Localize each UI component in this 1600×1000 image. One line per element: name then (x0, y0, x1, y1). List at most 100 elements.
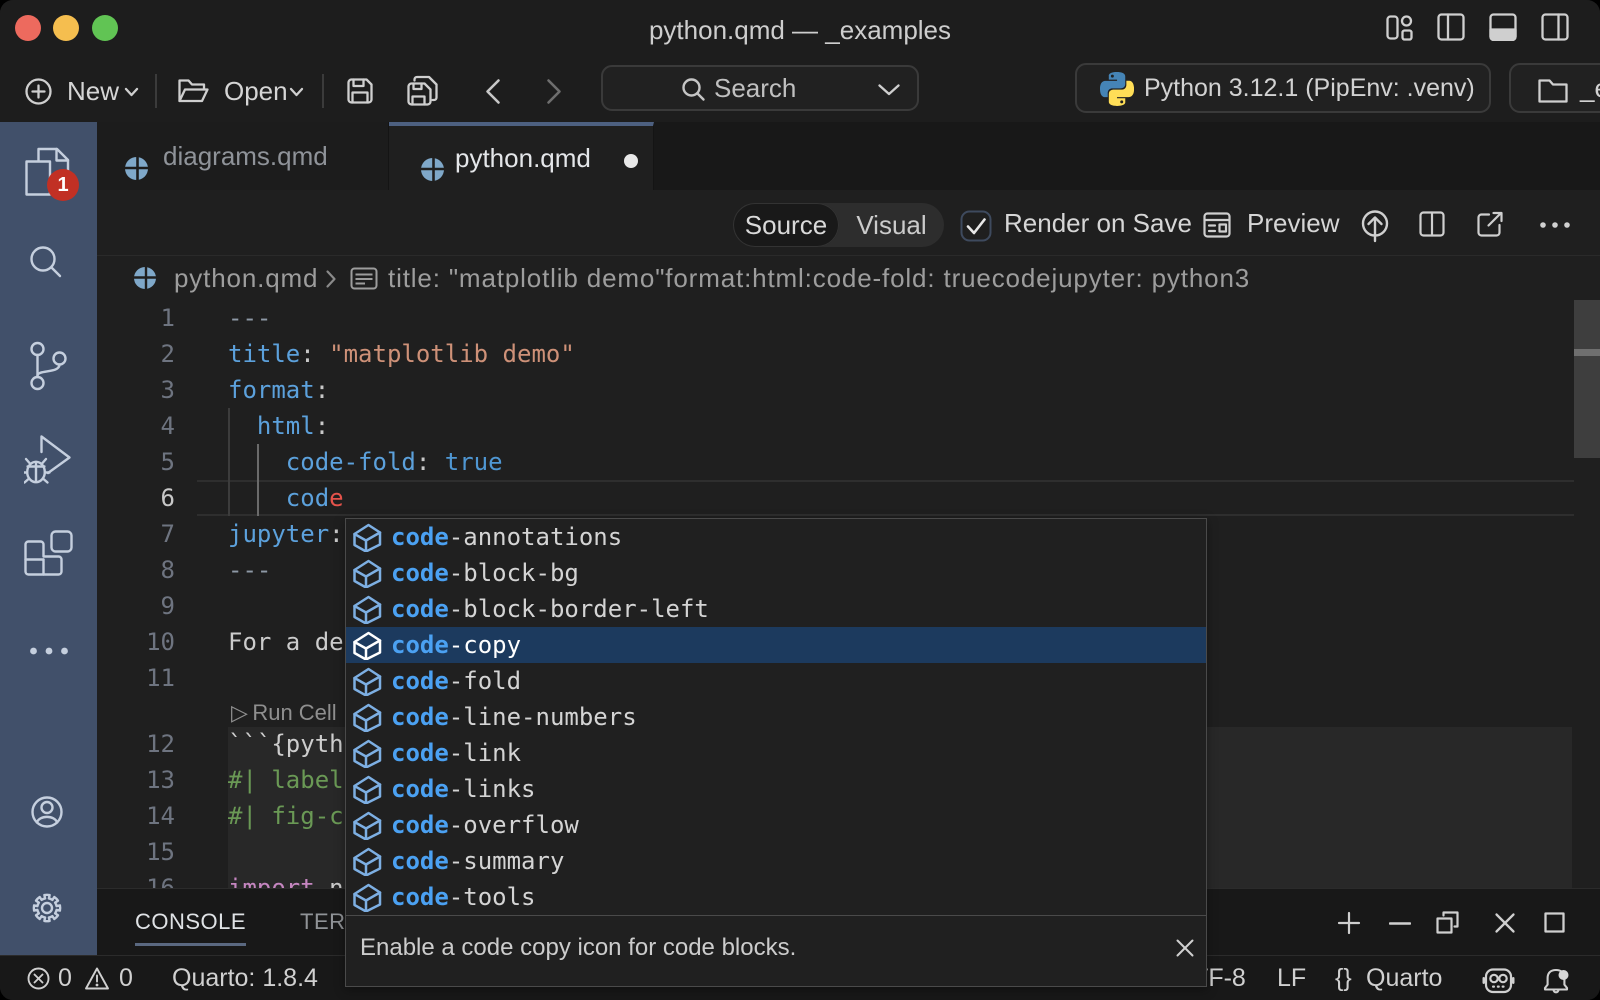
suggest-docs: Enable a code copy icon for code blocks. (346, 915, 1206, 986)
open-external-icon[interactable] (1477, 211, 1504, 237)
suggest-match-highlight: code (391, 703, 449, 731)
symbol-field-cube-icon (352, 847, 382, 876)
suggest-item-code-overflow[interactable]: code-overflow (346, 807, 1206, 843)
symbol-field-cube-icon (352, 523, 382, 552)
run-cell-codelens[interactable]: ▷ Run Cell (231, 699, 337, 727)
editor-tab-bar: diagrams.qmd python.qmd (97, 122, 1600, 190)
code-token-punct: : (315, 412, 329, 440)
breadcrumb-section[interactable]: title: "matplotlib demo"format:html:code… (388, 256, 1250, 300)
panel-close-icon[interactable] (1494, 912, 1516, 934)
code-token-plain (228, 484, 286, 512)
preview-label[interactable]: Preview (1247, 190, 1339, 256)
code-token-key: jupyter (228, 520, 329, 548)
autocomplete-suggest-widget: code-annotationscode-block-bgcode-block-… (345, 518, 1207, 987)
suggest-item-rest: -copy (449, 631, 521, 659)
settings-gear-icon[interactable] (0, 122, 97, 955)
toggle-panel-icon[interactable] (1489, 13, 1517, 41)
more-editor-actions-icon[interactable] (1539, 221, 1571, 229)
save-icon[interactable] (346, 77, 374, 105)
open-dropdown-chevron-icon[interactable] (289, 87, 304, 97)
line-number: 7 (97, 516, 175, 552)
panel-plus-icon[interactable] (1337, 911, 1361, 935)
toggle-primary-sidebar-icon[interactable] (1437, 13, 1465, 41)
line-number: 9 (97, 588, 175, 624)
error-count-icon[interactable] (27, 967, 50, 990)
code-token-kw: import (228, 874, 315, 888)
suggest-item-label: code-fold (391, 663, 521, 699)
render-publish-icon[interactable] (1361, 210, 1389, 243)
warning-count[interactable]: 0 (119, 956, 133, 1000)
tab-diagrams-qmd[interactable]: diagrams.qmd (97, 122, 389, 190)
code-token-key: format (228, 376, 315, 404)
save-all-icon[interactable] (406, 75, 439, 107)
search-box[interactable]: Search (601, 65, 919, 111)
window-title: python.qmd — _examples (0, 0, 1600, 60)
code-line-3: format: (228, 372, 329, 408)
quarto-file-icon (125, 157, 148, 180)
suggest-item-rest: -line-numbers (449, 703, 637, 731)
suggest-item-code-tools[interactable]: code-tools (346, 879, 1206, 915)
panel-maximize-icon[interactable] (1544, 912, 1565, 933)
suggest-item-code-summary[interactable]: code-summary (346, 843, 1206, 879)
code-token-plain (228, 448, 286, 476)
notifications-bell-icon[interactable] (1543, 965, 1573, 997)
suggest-item-code-block-border-left[interactable]: code-block-border-left (346, 591, 1206, 627)
error-count[interactable]: 0 (58, 956, 72, 1000)
copilot-icon[interactable] (1481, 967, 1517, 995)
code-token-punct: : (416, 448, 430, 476)
warning-count-icon[interactable] (84, 966, 110, 991)
suggest-item-rest: -overflow (449, 811, 579, 839)
editor-scrollbar[interactable] (1574, 300, 1600, 458)
panel-restore-icon[interactable] (1435, 910, 1460, 935)
suggest-match-highlight: code (391, 775, 449, 803)
workspace-button[interactable]: _examples (1509, 63, 1600, 113)
braces-icon[interactable]: {} (1335, 956, 1352, 1000)
tab-python-qmd[interactable]: python.qmd (389, 122, 654, 190)
customize-layout-icon[interactable] (1385, 13, 1415, 43)
toolbar-divider (322, 74, 324, 108)
symbol-field-cube-icon (352, 595, 382, 624)
suggest-item-code-link[interactable]: code-link (346, 735, 1206, 771)
workspace-folder-icon (1537, 76, 1569, 104)
code-token-key: title (228, 340, 300, 368)
tab-dirty-dot[interactable] (624, 154, 638, 168)
code-line-6: code (228, 480, 344, 516)
forward-icon[interactable] (545, 78, 563, 105)
suggest-item-rest: -summary (449, 847, 565, 875)
source-segment[interactable]: Source (733, 203, 839, 247)
open-folder-icon[interactable] (177, 76, 210, 106)
scrollbar-cursor-mark (1574, 349, 1600, 356)
split-editor-icon[interactable] (1419, 211, 1445, 237)
language-indicator[interactable]: Quarto (1366, 956, 1442, 1000)
suggest-item-code-links[interactable]: code-links (346, 771, 1206, 807)
breadcrumb-file[interactable]: python.qmd (174, 256, 318, 300)
title-bar: python.qmd — _examples (0, 0, 1600, 60)
suggest-item-code-fold[interactable]: code-fold (346, 663, 1206, 699)
code-token-punct: : (315, 376, 329, 404)
eol-indicator[interactable]: LF (1277, 956, 1306, 1000)
suggest-item-code-copy[interactable]: code-copy (346, 627, 1206, 663)
line-number: 2 (97, 336, 175, 372)
visual-segment[interactable]: Visual (839, 203, 944, 247)
open-button[interactable]: Open (224, 60, 288, 122)
suggest-item-code-block-bg[interactable]: code-block-bg (346, 555, 1206, 591)
symbol-field-cube-icon (352, 775, 382, 804)
new-button[interactable]: New (67, 60, 119, 122)
panel-minimize-icon[interactable] (1389, 922, 1411, 925)
suggest-item-code-line-numbers[interactable]: code-line-numbers (346, 699, 1206, 735)
back-icon[interactable] (484, 78, 502, 105)
code-token-plain (430, 448, 444, 476)
tab-label: diagrams.qmd (163, 122, 328, 190)
render-on-save-checkbox[interactable] (960, 210, 992, 242)
new-file-icon[interactable] (25, 78, 52, 105)
suggest-item-code-annotations[interactable]: code-annotations (346, 519, 1206, 555)
new-dropdown-chevron-icon[interactable] (124, 87, 139, 97)
quarto-version[interactable]: Quarto: 1.8.4 (172, 956, 318, 1000)
interpreter-button[interactable]: Python 3.12.1 (PipEnv: .venv) (1075, 63, 1491, 113)
line-number: 1 (97, 300, 175, 336)
suggest-item-rest: -link (449, 739, 521, 767)
suggest-doc-close-icon[interactable] (1175, 938, 1195, 958)
suggest-item-rest: -annotations (449, 523, 622, 551)
toggle-secondary-sidebar-icon[interactable] (1541, 13, 1569, 41)
preview-icon[interactable] (1203, 212, 1231, 238)
